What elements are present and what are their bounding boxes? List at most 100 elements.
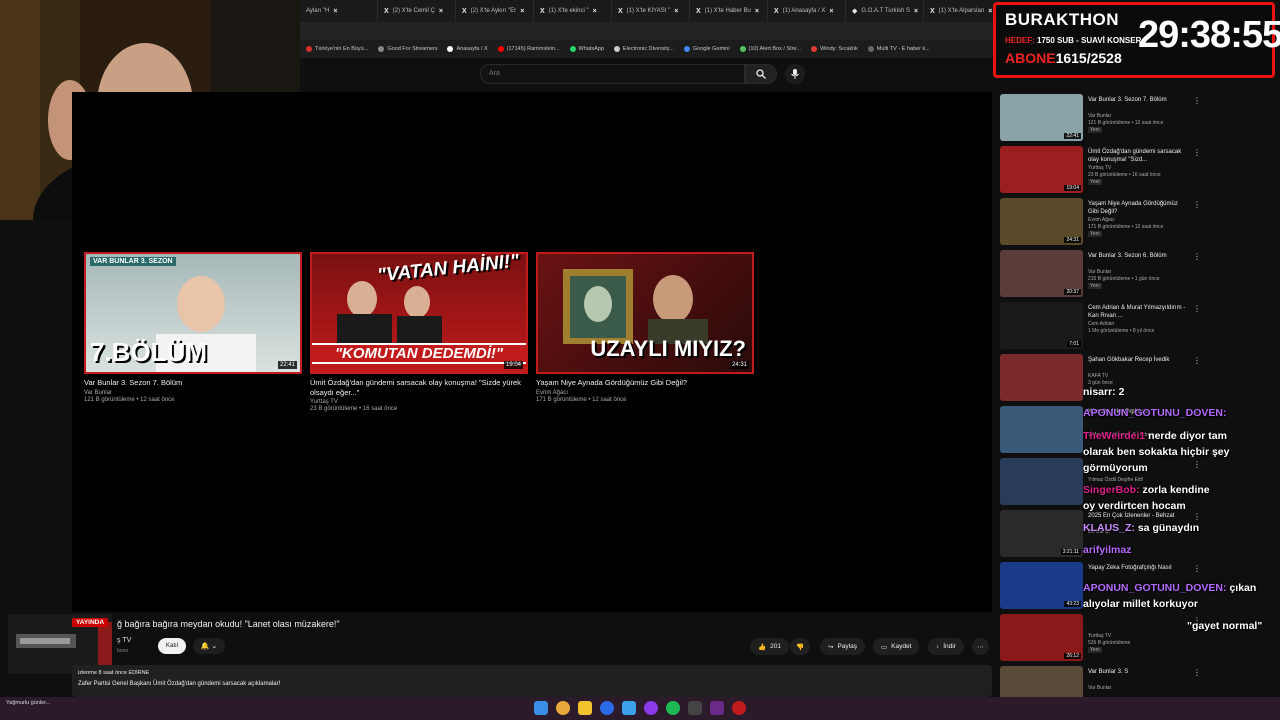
file-explorer-icon[interactable] — [578, 701, 592, 715]
channel-name[interactable]: Yurttaş TV — [310, 399, 528, 405]
bookmark-item[interactable]: Good For Streamers — [378, 46, 437, 52]
more-options-icon[interactable]: ⋮ — [1193, 564, 1201, 573]
browser-tab[interactable]: X (1) Anasayfa / X × — [768, 0, 846, 22]
sidebar-video-item[interactable]: 20:37 Var Bunlar 3. Sezon 6. Bölüm Var Bun… — [1000, 250, 1270, 298]
browser-tab[interactable]: X (1) X'te Haber Bu × — [690, 0, 768, 22]
end-card-thumbnail[interactable]: UZAYLI MIYIZ? 24:31 — [536, 252, 754, 374]
channel-name[interactable]: Evrim Ağacı — [536, 390, 754, 396]
end-card-thumbnail[interactable]: "VATAN HAİNİ!" "KOMUTAN DEDEMDİ!" 19:04 — [310, 252, 528, 374]
sidebar-video-item[interactable]: 22:41 Var Bunlar 3. Sezon 7. Bölüm Var Bun… — [1000, 94, 1270, 142]
more-options-icon[interactable]: ⋮ — [1193, 252, 1201, 261]
sidebar-video-title[interactable]: Şahan Gökbakar Recep İvedik — [1088, 356, 1186, 364]
streaming-app-icon[interactable] — [710, 701, 724, 715]
sidebar-video-title[interactable]: Var Bunlar 3. Sezon 6. Bölüm — [1088, 252, 1186, 260]
browser-tab[interactable]: ◆ G.O.A.T Turkish S × — [846, 0, 924, 22]
sidebar-video-item[interactable]: Şahan Gökbakar Recep İvedik KAFA TV 3 gün … — [1000, 354, 1270, 402]
sidebar-video-title[interactable]: Var Bunlar 3. Sezon 7. Bölüm — [1088, 96, 1186, 104]
sidebar-channel-name[interactable]: Var Bunlar — [1088, 269, 1111, 275]
dislike-button[interactable]: 👎 — [790, 638, 811, 655]
close-icon[interactable]: × — [520, 8, 524, 15]
more-options-icon[interactable]: ⋮ — [1193, 460, 1201, 469]
sidebar-video-title[interactable]: Yaşam Niye Aynada Gördüğümüz Gibi Değil? — [1088, 200, 1186, 216]
search-button[interactable] — [745, 64, 777, 84]
sidebar-video-title[interactable]: Var Bunlar 3. S — [1088, 668, 1186, 676]
browser-tab[interactable]: X (1) X'te Alparslan × — [924, 0, 1000, 22]
more-options-icon[interactable]: ⋮ — [1193, 356, 1201, 365]
end-card-video[interactable]: UZAYLI MIYIZ? 24:31 Yaşam Niye Aynada Gö… — [536, 252, 754, 403]
browser-tab[interactable]: X (1) X'te KIYASI " × — [612, 0, 690, 22]
browser-tab[interactable]: Ayları "H × — [300, 0, 378, 22]
browser-tab[interactable]: X (1) X'te ekinci " × — [534, 0, 612, 22]
like-button[interactable]: 👍 201 — [750, 638, 789, 655]
more-actions-button[interactable]: ⋯ — [972, 638, 989, 655]
sidebar-video-title[interactable]: Ümit Özdağ'dan gündemi sarsacak olay kon… — [1088, 148, 1186, 164]
end-card-thumbnail[interactable]: VAR BUNLAR 3. SEZON 7.BÖLÜM 22:41 — [84, 252, 302, 374]
bookmark-item[interactable]: (10) Alert Box / Stre... — [739, 46, 801, 52]
browser-tab[interactable]: X (2) X'te Cemil Ç × — [378, 0, 456, 22]
sidebar-video-item[interactable]: 24:31 Yaşam Niye Aynada Gördüğümüz Gibi D… — [1000, 198, 1270, 246]
close-icon[interactable]: × — [988, 8, 992, 15]
save-button[interactable]: ▭ Kaydet — [873, 638, 920, 655]
browser-icon[interactable] — [600, 701, 614, 715]
sidebar-thumbnail[interactable] — [1000, 458, 1083, 505]
bookmark-item[interactable]: Türkiye'nin En Büyü... — [306, 46, 368, 52]
sidebar-thumbnail[interactable]: 19:04 — [1000, 146, 1083, 193]
video-title[interactable]: Yaşam Niye Aynada Gördüğümüz Gibi Değil? — [536, 378, 754, 388]
app-icon[interactable] — [688, 701, 702, 715]
windows-start-icon[interactable] — [534, 701, 548, 715]
search-input[interactable]: Ara — [480, 64, 745, 84]
recording-app-icon[interactable] — [732, 701, 746, 715]
sidebar-channel-name[interactable]: Var Bunlar — [1088, 113, 1111, 119]
chrome-icon[interactable] — [556, 701, 570, 715]
close-icon[interactable]: × — [674, 8, 678, 15]
close-icon[interactable]: × — [914, 8, 918, 15]
end-card-video[interactable]: "VATAN HAİNİ!" "KOMUTAN DEDEMDİ!" 19:04 … — [310, 252, 528, 412]
sidebar-channel-name[interactable]: KAFA TV — [1088, 373, 1108, 379]
end-card-video[interactable]: VAR BUNLAR 3. SEZON 7.BÖLÜM 22:41 Var Bu… — [84, 252, 302, 403]
bookmark-item[interactable]: Electronic Diversity... — [613, 46, 674, 52]
sidebar-thumbnail[interactable]: 24:31 — [1000, 198, 1083, 245]
app-icon[interactable] — [644, 701, 658, 715]
bookmark-item[interactable]: (17145) Rammstein... — [497, 46, 560, 52]
download-button[interactable]: ↓ İndir — [928, 638, 964, 655]
sidebar-thumbnail[interactable]: 20:37 — [1000, 250, 1083, 297]
voice-search-button[interactable] — [785, 64, 805, 84]
spotify-icon[interactable] — [666, 701, 680, 715]
sidebar-thumbnail[interactable] — [1000, 406, 1083, 453]
sidebar-channel-name[interactable]: Cem Adrian — [1088, 321, 1114, 327]
video-title[interactable]: Ümit Özdağ'dan gündemi sarsacak olay kon… — [310, 378, 528, 398]
sidebar-thumbnail[interactable]: 26:12 — [1000, 614, 1083, 661]
channel-name[interactable]: Var Bunlar — [84, 390, 302, 396]
sidebar-video-item[interactable]: 7:01 Cem Adrian & Murat Yılmazyıldırım - … — [1000, 302, 1270, 350]
sidebar-thumbnail[interactable]: 43:23 — [1000, 562, 1083, 609]
channel-name[interactable]: ş TV — [117, 637, 131, 644]
close-icon[interactable]: × — [593, 8, 597, 15]
bookmark-item[interactable]: Windy: Sıcaklık — [811, 46, 858, 52]
sidebar-thumbnail[interactable]: 22:41 — [1000, 94, 1083, 141]
more-options-icon[interactable]: ⋮ — [1193, 304, 1201, 313]
more-options-icon[interactable]: ⋮ — [1193, 148, 1201, 157]
more-options-icon[interactable]: ⋮ — [1193, 668, 1201, 677]
sidebar-video-title[interactable]: Cem Adrian & Murat Yılmazyıldırım - Kan … — [1088, 304, 1186, 320]
bookmark-item[interactable]: Multi TV - E haber k... — [867, 46, 930, 52]
close-icon[interactable]: × — [829, 8, 833, 15]
sidebar-video-title[interactable]: Yapay Zeka Fotoğrafçılığı Nasıl — [1088, 564, 1186, 572]
browser-tab[interactable]: X (2) X'te Aykırı "Er × — [456, 0, 534, 22]
bookmark-item[interactable]: WhatsApp — [569, 46, 604, 52]
share-button[interactable]: ↪ Paylaş — [820, 638, 865, 655]
notification-bell-button[interactable]: 🔔 ⌄ — [193, 638, 225, 654]
close-icon[interactable]: × — [333, 8, 337, 15]
bookmark-item[interactable]: Google Gemini — [683, 46, 730, 52]
sidebar-channel-name[interactable]: Yurttaş TV — [1088, 165, 1111, 171]
join-button[interactable]: Katıl — [158, 638, 186, 654]
video-title[interactable]: Var Bunlar 3. Sezon 7. Bölüm — [84, 378, 302, 388]
sidebar-thumbnail[interactable]: 3:21:11 — [1000, 510, 1083, 557]
bookmark-item[interactable]: Anasayfa / X — [447, 46, 488, 52]
sidebar-thumbnail[interactable]: 7:01 — [1000, 302, 1083, 349]
more-options-icon[interactable]: ⋮ — [1193, 96, 1201, 105]
sidebar-video-item[interactable]: 19:04 Ümit Özdağ'dan gündemi sarsacak ola… — [1000, 146, 1270, 194]
close-icon[interactable]: × — [439, 8, 443, 15]
sidebar-channel-name[interactable]: Evrim Ağacı — [1088, 217, 1115, 223]
close-icon[interactable]: × — [755, 8, 759, 15]
sidebar-channel-name[interactable]: Var Bunlar — [1088, 685, 1111, 691]
